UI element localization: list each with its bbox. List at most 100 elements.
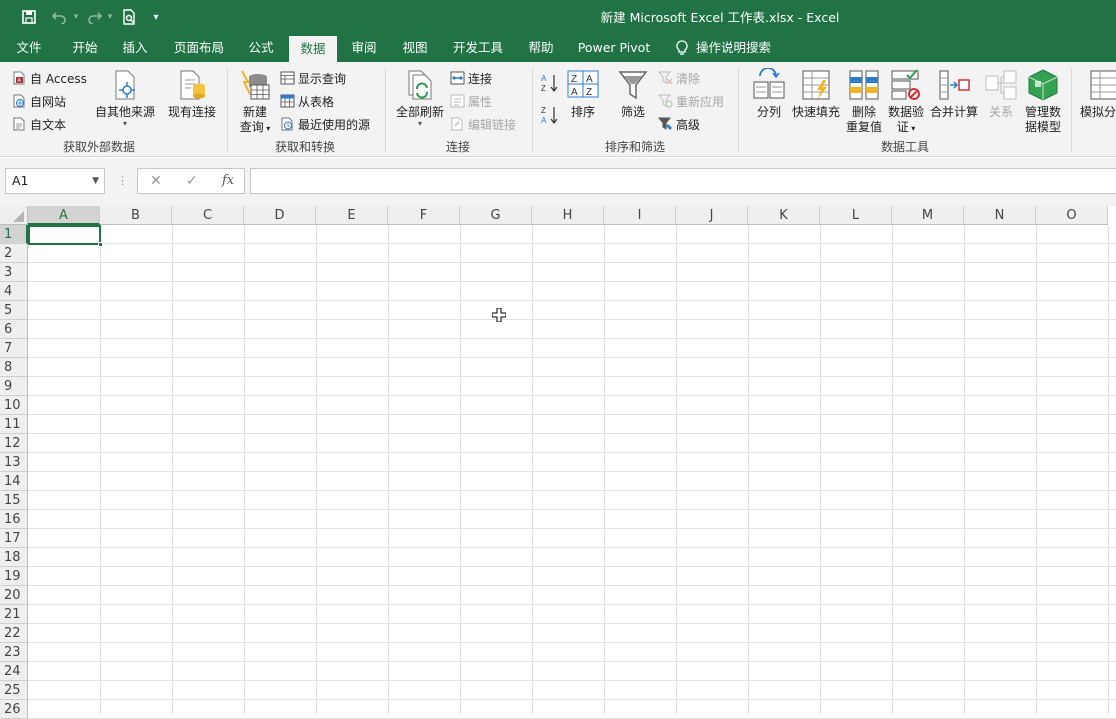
row-header-17[interactable]: 17 [0,529,28,548]
existing-connections-button[interactable]: 现有连接 [164,68,220,120]
name-box[interactable]: A1 ▼ [5,168,105,194]
column-header-e[interactable]: E [316,206,388,225]
what-if-analysis-button[interactable]: 模拟分 [1080,68,1116,120]
row-header-26[interactable]: 26 [0,700,28,719]
row-header-14[interactable]: 14 [0,472,28,491]
column-header-l[interactable]: L [820,206,892,225]
advanced-filter-button[interactable]: 高级 [658,114,700,134]
cancel-icon[interactable]: ✕ [150,173,162,189]
tab-insert[interactable]: 插入 [114,34,156,62]
what-if-icon [1090,70,1116,100]
show-queries-icon [280,71,295,85]
manage-data-model-button[interactable]: 管理数 据模型 [1020,68,1066,135]
show-queries-button[interactable]: 显示查询 [280,68,346,88]
existing-connections-icon [180,70,205,100]
tab-data[interactable]: 数据 [289,36,337,62]
column-header-i[interactable]: I [604,206,676,225]
insert-function-icon[interactable]: fx [222,173,234,188]
group-sort-filter: 排序和筛选 [604,140,665,154]
tab-formulas[interactable]: 公式 [240,34,282,62]
from-web-button[interactable]: 自网站 [12,91,66,111]
tab-page-layout[interactable]: 页面布局 [168,34,230,62]
properties-button[interactable]: 属性 [450,91,492,111]
select-all-corner[interactable] [0,206,28,225]
recent-sources-button[interactable]: 最近使用的源 [280,114,370,134]
active-cell[interactable] [28,225,103,247]
column-header-j[interactable]: J [676,206,748,225]
column-header-d[interactable]: D [244,206,316,225]
data-validation-button[interactable]: 数据验 证 ▾ [886,68,926,136]
column-header-o[interactable]: O [1036,206,1108,225]
more-options-icon[interactable]: ⋮ [117,174,128,187]
new-query-button[interactable]: 新建 查询 ▾ [234,68,276,136]
flash-fill-button[interactable]: 快速填充 [790,68,842,120]
relationships-button[interactable]: 关系 [984,68,1018,120]
column-header-h[interactable]: H [532,206,604,225]
reapply-button[interactable]: 重新应用 [658,91,724,111]
from-table-button[interactable]: 从表格 [280,91,334,111]
from-access-button[interactable]: A 自 Access [12,68,87,88]
row-header-18[interactable]: 18 [0,548,28,567]
tab-developer[interactable]: 开发工具 [446,34,510,62]
row-header-13[interactable]: 13 [0,453,28,472]
column-header-f[interactable]: F [388,206,460,225]
row-header-16[interactable]: 16 [0,510,28,529]
column-header-n[interactable]: N [964,206,1036,225]
row-header-11[interactable]: 11 [0,415,28,434]
group-connections: 连接 [445,140,470,154]
row-header-22[interactable]: 22 [0,624,28,643]
tab-power-pivot[interactable]: Power Pivot [574,34,654,62]
grid-column-line [892,225,893,714]
row-header-7[interactable]: 7 [0,339,28,358]
enter-icon[interactable]: ✓ [186,173,198,189]
column-header-b[interactable]: B [100,206,172,225]
column-header-m[interactable]: M [892,206,964,225]
consolidate-button[interactable]: 合并计算 [928,68,980,120]
tab-review[interactable]: 审阅 [343,34,385,62]
tell-me-search[interactable]: 操作说明搜索 [676,34,786,62]
column-header-c[interactable]: C [172,206,244,225]
from-text-button[interactable]: 自文本 [12,114,66,134]
row-header-24[interactable]: 24 [0,662,28,681]
row-header-20[interactable]: 20 [0,586,28,605]
row-header-10[interactable]: 10 [0,396,28,415]
row-header-15[interactable]: 15 [0,491,28,510]
remove-duplicates-button[interactable]: 删除 重复值 [844,68,884,135]
formula-input[interactable] [250,168,1116,194]
worksheet-grid[interactable]: ABCDEFGHIJKLMNO 1 2 3 4 5 6 7 8 9 10 11 12 13 14 15 16 1… [0,206,1116,719]
tab-help[interactable]: 帮助 [520,34,562,62]
filter-button[interactable]: 筛选 [614,68,652,120]
row-header-9[interactable]: 9 [0,377,28,396]
text-to-columns-button[interactable]: 分列 [752,68,786,120]
grid-column-line [748,225,749,714]
sort-ascending-button[interactable]: AZ [540,72,560,94]
tab-home[interactable]: 开始 [62,34,108,62]
row-header-19[interactable]: 19 [0,567,28,586]
name-box-dropdown-icon[interactable]: ▼ [92,169,99,193]
row-header-23[interactable]: 23 [0,643,28,662]
tab-view[interactable]: 视图 [394,34,436,62]
row-header-8[interactable]: 8 [0,358,28,377]
edit-links-button[interactable]: 编辑链接 [450,114,516,134]
column-header-k[interactable]: K [748,206,820,225]
clear-filter-button[interactable]: 清除 [658,68,700,88]
row-header-12[interactable]: 12 [0,434,28,453]
fill-handle[interactable] [98,242,103,247]
row-header-25[interactable]: 25 [0,681,28,700]
grid-row-line [28,376,1116,377]
connections-button[interactable]: 连接 [450,68,492,88]
row-header-5[interactable]: 5 [0,301,28,320]
tab-file[interactable]: 文件 [8,34,50,62]
row-header-3[interactable]: 3 [0,263,28,282]
sort-button[interactable]: ZAAZ 排序 [564,68,602,120]
column-header-g[interactable]: G [460,206,532,225]
from-other-sources-button[interactable]: 自其他来源 ▾ [92,68,158,128]
row-header-21[interactable]: 21 [0,605,28,624]
refresh-all-button[interactable]: 全部刷新 ▾ [394,68,446,128]
sort-descending-button[interactable]: ZA [540,104,560,126]
row-header-4[interactable]: 4 [0,282,28,301]
column-header-a[interactable]: A [28,206,100,225]
row-header-6[interactable]: 6 [0,320,28,339]
row-header-1[interactable]: 1 [0,225,28,244]
row-header-2[interactable]: 2 [0,244,28,263]
